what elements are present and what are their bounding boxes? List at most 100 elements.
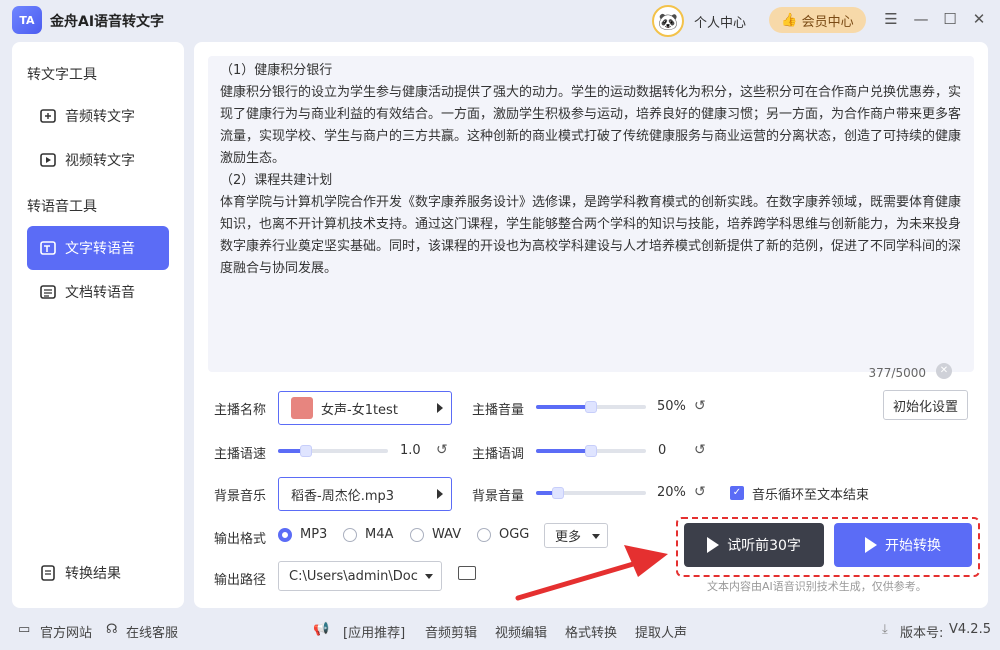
website-link[interactable]: 官方网站	[40, 622, 92, 641]
headset-icon: ☊	[106, 622, 118, 637]
format-option-label: WAV	[432, 527, 462, 542]
format-radio-wav[interactable]	[410, 528, 424, 542]
sidebar-item-label: 文字转语音	[65, 241, 135, 257]
close-icon[interactable]: ✕	[970, 10, 988, 28]
sidebar-item-video-to-text[interactable]: 视频转文字	[27, 138, 169, 182]
text-line: （2）课程共建计划	[220, 173, 333, 188]
reset-volume-icon[interactable]: ↺	[694, 398, 706, 414]
more-label: 更多	[555, 530, 582, 545]
char-count: 377/5000	[868, 366, 927, 380]
sidebar-item-label: 视频转文字	[65, 153, 135, 169]
volume-label: 主播音量	[472, 403, 525, 418]
anchor-select[interactable]: 女声-女1test	[278, 391, 452, 425]
minimize-icon[interactable]: —	[912, 10, 930, 28]
vip-center-button[interactable]: 👍 会员中心	[769, 7, 866, 33]
start-label: 开始转换	[885, 538, 941, 554]
sidebar-item-doc-to-speech[interactable]: 文档转语音	[27, 270, 169, 314]
bgm-label: 背景音乐	[214, 489, 267, 504]
chevron-right-icon	[437, 489, 443, 499]
vip-center-label: 会员中心	[801, 14, 854, 30]
recommend-label: [应用推荐]	[343, 626, 406, 641]
app-title: 金舟AI语音转文字	[50, 14, 165, 30]
chevron-down-icon	[592, 534, 600, 539]
anchor-value: 女声-女1test	[321, 402, 398, 418]
speed-slider[interactable]	[278, 445, 388, 457]
play-icon	[707, 537, 720, 553]
format-option-label: M4A	[365, 527, 394, 542]
text-input-area[interactable]: （1）健康积分银行 健康积分银行的设立为学生参与健康活动提供了强大的动力。学生的…	[208, 56, 974, 380]
preview-label: 试听前30字	[727, 538, 801, 554]
init-settings-button[interactable]: 初始化设置	[883, 390, 968, 420]
pitch-knob[interactable]	[585, 445, 597, 457]
format-radio-ogg[interactable]	[477, 528, 491, 542]
text-line: （1）健康积分银行	[220, 63, 333, 78]
output-path-value: C:\Users\admin\Doc	[289, 568, 418, 584]
loop-checkbox[interactable]: ✓	[730, 486, 744, 500]
maximize-icon[interactable]: ☐	[941, 10, 959, 28]
clear-text-icon[interactable]: ✕	[936, 363, 952, 379]
sidebar-section-text-to-speech: 转语音工具	[27, 199, 97, 215]
reset-speed-icon[interactable]: ↺	[436, 442, 448, 458]
personal-center-link[interactable]: 个人中心	[694, 12, 746, 31]
bgm-volume-knob[interactable]	[552, 487, 564, 499]
sidebar-item-results[interactable]: 转换结果	[27, 551, 169, 595]
footer-link-format-convert[interactable]: 格式转换	[565, 622, 617, 641]
bgm-value: 稻香-周杰伦.mp3	[291, 488, 395, 504]
version-value: V4.2.5	[949, 622, 991, 637]
panda-icon[interactable]: 🐼	[652, 5, 684, 37]
reset-pitch-icon[interactable]: ↺	[694, 442, 706, 458]
megaphone-icon: 📢	[313, 622, 330, 637]
footer-link-audio-edit[interactable]: 音频剪辑	[425, 622, 477, 641]
menu-icon[interactable]: ☰	[882, 10, 900, 28]
anchor-label: 主播名称	[214, 403, 267, 418]
pitch-fill	[536, 449, 591, 453]
format-radio-m4a[interactable]	[343, 528, 357, 542]
title-bar: TA 金舟AI语音转文字 🐼 个人中心 👍 会员中心 ☰ — ☐ ✕	[0, 0, 1000, 40]
start-convert-button[interactable]: 开始转换	[834, 523, 972, 567]
results-icon	[39, 564, 57, 582]
bgm-volume-slider[interactable]	[536, 487, 646, 499]
pitch-label: 主播语调	[472, 447, 525, 462]
doc-to-speech-icon	[39, 283, 57, 301]
volume-fill	[536, 405, 591, 409]
text-line: 健康积分银行的设立为学生参与健康活动提供了强大的动力。学生的运动数据转化为积分，…	[220, 85, 962, 166]
play-icon	[865, 537, 877, 553]
reset-bgm-volume-icon[interactable]: ↺	[694, 484, 706, 500]
video-to-text-icon	[39, 151, 57, 169]
loop-label: 音乐循环至文本结束	[752, 488, 870, 503]
service-link[interactable]: 在线客服	[126, 622, 178, 641]
bgm-volume-label: 背景音量	[472, 489, 525, 504]
more-formats-dropdown[interactable]: 更多	[544, 523, 608, 548]
footer-link-video-edit[interactable]: 视频编辑	[495, 622, 547, 641]
audio-to-text-icon	[39, 107, 57, 125]
volume-knob[interactable]	[585, 401, 597, 413]
chevron-right-icon	[437, 403, 443, 413]
format-option-label: MP3	[300, 527, 328, 542]
output-path-select[interactable]: C:\Users\admin\Doc	[278, 561, 442, 591]
bgm-volume-value: 20%	[657, 485, 686, 500]
app-logo: TA	[12, 6, 42, 34]
footer: ▭ 官方网站 ☊ 在线客服 📢 [应用推荐] 音频剪辑 视频编辑 格式转换 提取…	[0, 612, 1000, 650]
speed-value: 1.0	[400, 443, 421, 458]
footer-link-extract-vocals[interactable]: 提取人声	[635, 622, 687, 641]
sidebar-item-label: 文档转语音	[65, 285, 135, 301]
bgm-select[interactable]: 稻香-周杰伦.mp3	[278, 477, 452, 511]
folder-icon[interactable]	[458, 566, 476, 580]
format-option-label: OGG	[499, 527, 530, 542]
volume-slider[interactable]	[536, 401, 646, 413]
sidebar-item-label: 转换结果	[65, 566, 121, 582]
sidebar-item-text-to-speech[interactable]: 文字转语音	[27, 226, 169, 270]
download-icon: ⤓	[882, 622, 888, 637]
format-radio-mp3[interactable]	[278, 528, 292, 542]
pitch-slider[interactable]	[536, 445, 646, 457]
text-to-speech-icon	[39, 239, 57, 257]
thumb-up-icon: 👍	[781, 12, 798, 28]
speed-knob[interactable]	[299, 445, 312, 457]
format-label: 输出格式	[214, 532, 267, 547]
speed-label: 主播语速	[214, 447, 267, 462]
sidebar-item-audio-to-text[interactable]: 音频转文字	[27, 94, 169, 138]
sidebar: 转文字工具 音频转文字 视频转文字 转语音工具 文字转语音 文档转语音 转换结果	[12, 42, 184, 608]
anchor-avatar-icon	[291, 397, 313, 419]
preview-button[interactable]: 试听前30字	[684, 523, 824, 567]
chevron-down-icon	[425, 574, 433, 579]
